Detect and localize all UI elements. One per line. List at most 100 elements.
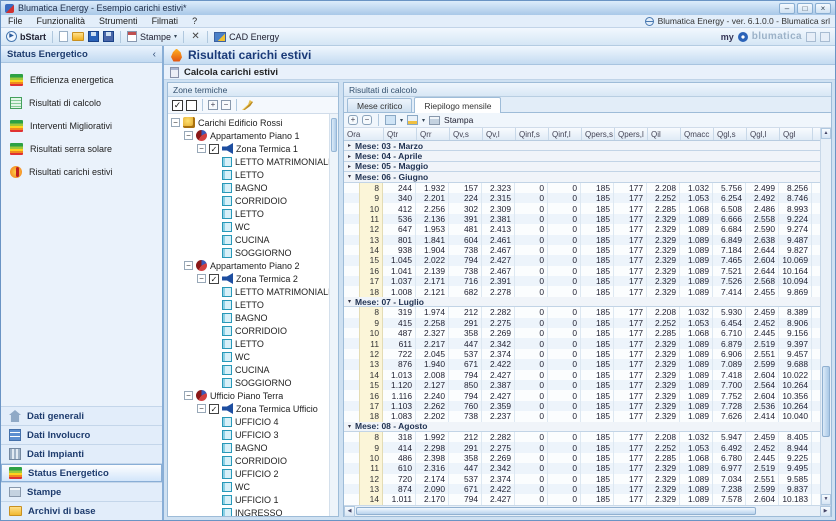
scroll-right-icon[interactable]: ▶ [820,506,831,517]
result-row[interactable]: 181.0832.2027382.237001851772.3291.0897.… [344,411,820,421]
month-group-row[interactable]: ▸Mese: 05 - Maggio [344,162,820,172]
nav-status-energetico[interactable]: Status Energetico [1,463,162,482]
scroll-left-icon[interactable]: ◀ [344,506,355,517]
color-picker-icon[interactable] [385,115,396,125]
bstart-button[interactable]: ▶ bStart [6,31,46,42]
nav-dati-impianti[interactable]: Dati Impianti [1,444,162,463]
print-label[interactable]: Stampa [444,115,473,125]
month-group-row[interactable]: ▸Mese: 03 - Marzo [344,141,820,151]
menu-filmati[interactable]: Filmati [145,15,186,27]
result-row[interactable]: 151.1202.1278502.387001851772.3291.0897.… [344,380,820,390]
sidebar-item-risultati-carichi-estivi[interactable]: Risultati carichi estivi [1,160,162,183]
tree-room[interactable]: BAGNO [168,311,329,324]
column-header-qv-s[interactable]: Qv,s [450,128,483,140]
expand-groups-icon[interactable]: + [348,115,358,125]
tree-room[interactable]: LETTO [168,337,329,350]
month-group-row[interactable]: ▾Mese: 06 - Giugno [344,172,820,182]
sidebar-item-interventi-migliorativi[interactable]: Interventi Migliorativi [1,114,162,137]
result-row[interactable]: 83181.9922122.282001851772.2081.0325.947… [344,432,820,442]
column-header-qtr[interactable]: Qtr [384,128,417,140]
result-row[interactable]: 94142.2982912.275001851772.2521.0536.492… [344,442,820,452]
result-row[interactable]: 141.0132.0087942.427001851772.3291.0897.… [344,370,820,380]
result-row[interactable]: 126471.9534812.413001851772.3291.0896.68… [344,224,820,234]
sidebar-item-efficienza-energetica[interactable]: Efficienza energetica [1,68,162,91]
menu-strumenti[interactable]: Strumenti [92,15,145,27]
tree-room[interactable]: SOGGIORNO [168,246,329,259]
tree-room[interactable]: CORRIDOIO [168,454,329,467]
close-button[interactable]: × [815,3,831,14]
zone-checkbox[interactable]: ✓ [209,404,219,414]
vertical-scrollbar[interactable]: ▲ ▼ [820,128,831,505]
tools-x-icon[interactable]: ✕ [190,31,201,42]
maximize-button[interactable]: □ [797,3,813,14]
tree-room[interactable]: UFFICIO 3 [168,428,329,441]
result-row[interactable]: 127222.0455372.374001851772.3291.0896.90… [344,349,820,359]
nav-stampe[interactable]: Stampe [1,482,162,501]
scroll-up-icon[interactable]: ▲ [821,128,831,139]
collapse-box-icon[interactable]: − [184,391,193,400]
zone-checkbox[interactable]: ✓ [209,274,219,284]
tree-zone[interactable]: −✓Zona Termica 1 [168,142,329,155]
tree-building[interactable]: −Appartamento Piano 1 [168,129,329,142]
tree-room[interactable]: LETTO [168,168,329,181]
nav-dati-involucro[interactable]: Dati Involucro [1,425,162,444]
tree-building[interactable]: −Appartamento Piano 2 [168,259,329,272]
print-icon[interactable] [429,116,440,125]
sidebar-item-risultati-di-calcolo[interactable]: Risultati di calcolo [1,91,162,114]
tree-room[interactable]: SOGGIORNO [168,376,329,389]
nav-archivi-di-base[interactable]: Archivi di base [1,501,162,520]
month-group-row[interactable]: ▾Mese: 07 - Luglio [344,297,820,307]
collapse-box-icon[interactable]: − [184,131,193,140]
month-group-row[interactable]: ▾Mese: 08 - Agosto [344,422,820,432]
cad-energy-button[interactable]: CAD Energy [214,32,279,42]
vertical-scroll-thumb[interactable] [822,366,830,437]
result-row[interactable]: 138011.8416042.461001851772.3291.0896.84… [344,235,820,245]
result-row[interactable]: 104122.2563022.309001851772.2851.0686.50… [344,203,820,213]
tree-room[interactable]: BAGNO [168,181,329,194]
column-header-qgl[interactable]: Qgl [780,128,813,140]
tree-room[interactable]: CUCINA [168,233,329,246]
minimize-button[interactable]: – [779,3,795,14]
calc-button[interactable]: Calcola carichi estivi [164,65,835,80]
new-file-icon[interactable] [59,31,68,42]
column-header-ora[interactable]: Ora [344,128,384,140]
collapse-box-icon[interactable]: − [171,118,180,127]
nav-dati-generali[interactable]: Dati generali [1,406,162,425]
tree-room[interactable]: WC [168,220,329,233]
tree-zone[interactable]: −✓Zona Termica 2 [168,272,329,285]
column-header-qrr[interactable]: Qrr [417,128,450,140]
result-row[interactable]: 181.0082.1216822.278001851772.3291.0897.… [344,286,820,296]
month-group-row[interactable]: ▸Mese: 04 - Aprile [344,151,820,161]
tree-room[interactable]: LETTO [168,207,329,220]
tree-room[interactable]: BAGNO [168,441,329,454]
tab-mese-critico[interactable]: Mese critico [347,98,412,112]
menu-help[interactable]: ? [185,15,204,27]
result-row[interactable]: 104862.3983582.269001851772.2851.0686.78… [344,453,820,463]
horizontal-scrollbar[interactable]: ◀ ▶ [344,505,831,516]
tree-room[interactable]: LETTO MATRIMONIALE [168,285,329,298]
tree-room[interactable]: UFFICIO 2 [168,467,329,480]
sidebar-item-risultati-serra-solare[interactable]: Risultati serra solare [1,137,162,160]
result-row[interactable]: 161.0412.1397382.467001851772.3291.0897.… [344,266,820,276]
tree-room[interactable]: UFFICIO 4 [168,415,329,428]
zone-checkbox[interactable]: ✓ [209,144,219,154]
tree-room[interactable]: INGRESSO [168,506,329,516]
result-row[interactable]: 141.0112.1707942.427001851772.3291.0897.… [344,494,820,504]
tree-room[interactable]: LETTO MATRIMONIALE [168,155,329,168]
zones-scroll-thumb[interactable] [331,118,337,152]
result-row[interactable]: 83191.9742122.282001851772.2081.0325.930… [344,307,820,317]
check-all-icon[interactable]: ✓ [172,100,183,111]
collapse-box-icon[interactable]: − [197,404,206,413]
save-all-icon[interactable] [103,31,114,42]
save-icon[interactable] [88,31,99,42]
collapse-sidebar-icon[interactable]: ‹ [153,49,156,60]
tree-root[interactable]: −Carichi Edificio Rossi [168,116,329,129]
result-row[interactable]: 151.0452.0227942.427001851772.3291.0897.… [344,255,820,265]
tree-room[interactable]: CORRIDOIO [168,324,329,337]
tree-room[interactable]: WC [168,350,329,363]
collapse-box-icon[interactable]: − [197,274,206,283]
collapse-all-icon[interactable]: − [221,100,231,110]
column-header-qinf-s[interactable]: Qinf,s [516,128,549,140]
basket-icon[interactable] [820,32,830,42]
tree-room[interactable]: LETTO [168,298,329,311]
